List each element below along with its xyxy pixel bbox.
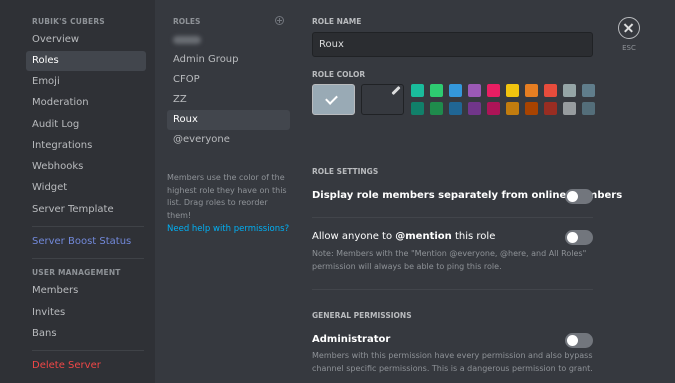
sidebar-item-bans[interactable]: Bans	[26, 324, 146, 344]
user-management-header: USER MANAGEMENT	[32, 268, 121, 277]
toggle-knob	[567, 335, 578, 346]
color-swatch[interactable]	[411, 102, 424, 115]
sidebar-item-integrations[interactable]: Integrations	[26, 136, 146, 156]
color-swatch[interactable]	[449, 84, 462, 97]
close-icon	[619, 18, 638, 37]
color-swatch[interactable]	[563, 84, 576, 97]
sidebar-item-audit-log[interactable]: Audit Log	[26, 115, 146, 135]
add-role-icon[interactable]	[275, 16, 284, 25]
sidebar-item-moderation[interactable]: Moderation	[26, 93, 146, 113]
color-swatch[interactable]	[544, 84, 557, 97]
mention-note: Note: Members with the "Mention @everyon…	[312, 249, 587, 271]
roles-panel: ROLES Admin Group CFOP ZZ Roux @everyone…	[155, 0, 295, 383]
toggle-knob	[567, 191, 578, 202]
role-editor: ROLE NAME ROLE COLOR ROLE SETTINGS Displ…	[295, 0, 675, 383]
allow-mention-bold: @mention	[395, 231, 452, 242]
sidebar-item-server-boost[interactable]: Server Boost Status	[26, 232, 146, 252]
custom-color-picker[interactable]	[361, 84, 404, 115]
sidebar-divider	[32, 258, 144, 259]
role-item-cfop[interactable]: CFOP	[167, 70, 290, 90]
allow-mention-toggle[interactable]	[565, 230, 593, 245]
default-color-swatch[interactable]	[312, 84, 355, 115]
permissions-help-link[interactable]: Need help with permissions?	[167, 224, 289, 234]
role-item-admin-group[interactable]: Admin Group	[167, 50, 290, 70]
sidebar-divider	[32, 350, 144, 351]
sidebar-item-widget[interactable]: Widget	[26, 178, 146, 198]
color-swatch[interactable]	[582, 102, 595, 115]
color-swatch[interactable]	[582, 84, 595, 97]
sidebar-item-emoji[interactable]: Emoji	[26, 72, 146, 92]
role-name-label: ROLE NAME	[312, 17, 362, 26]
sidebar-item-delete-server[interactable]: Delete Server	[26, 356, 146, 376]
display-separately-toggle[interactable]	[565, 189, 593, 204]
toggle-knob	[567, 232, 578, 243]
allow-mention-label: Allow anyone to @mention this role	[312, 231, 495, 242]
eyedropper-icon	[391, 85, 401, 96]
color-swatch[interactable]	[468, 102, 481, 115]
sidebar-item-invites[interactable]: Invites	[26, 303, 146, 323]
color-swatch[interactable]	[430, 102, 443, 115]
allow-mention-suffix: this role	[451, 231, 496, 242]
color-swatch[interactable]	[430, 84, 443, 97]
server-name-header: RUBIK'S CUBERS	[32, 17, 105, 26]
sidebar-item-server-template[interactable]: Server Template	[26, 200, 146, 220]
general-permissions-label: GENERAL PERMISSIONS	[312, 311, 412, 320]
check-icon	[325, 92, 338, 105]
roles-note: Members use the color of the highest rol…	[167, 173, 287, 220]
close-button[interactable]	[618, 17, 640, 39]
sidebar-divider	[32, 226, 144, 227]
redacted-role[interactable]	[173, 36, 201, 44]
color-swatch[interactable]	[487, 84, 500, 97]
color-swatch[interactable]	[506, 102, 519, 115]
sidebar-item-webhooks[interactable]: Webhooks	[26, 157, 146, 177]
color-swatch[interactable]	[525, 102, 538, 115]
sidebar-item-roles[interactable]: Roles	[26, 51, 146, 71]
color-swatch[interactable]	[468, 84, 481, 97]
role-item-everyone[interactable]: @everyone	[167, 130, 290, 150]
administrator-toggle[interactable]	[565, 333, 593, 348]
allow-mention-prefix: Allow anyone to	[312, 231, 396, 242]
esc-label: ESC	[622, 44, 636, 52]
role-item-zz[interactable]: ZZ	[167, 90, 290, 110]
color-swatch[interactable]	[506, 84, 519, 97]
role-item-roux[interactable]: Roux	[167, 110, 290, 130]
sidebar-item-members[interactable]: Members	[26, 281, 146, 301]
role-settings-label: ROLE SETTINGS	[312, 167, 379, 176]
administrator-label: Administrator	[312, 334, 391, 345]
sidebar-item-overview[interactable]: Overview	[26, 30, 146, 50]
color-swatch[interactable]	[544, 102, 557, 115]
administrator-note: Members with this permission have every …	[312, 351, 593, 373]
role-color-label: ROLE COLOR	[312, 70, 366, 79]
color-swatch[interactable]	[449, 102, 462, 115]
color-swatch[interactable]	[525, 84, 538, 97]
color-swatch[interactable]	[563, 102, 576, 115]
color-swatch[interactable]	[411, 84, 424, 97]
roles-header: ROLES	[173, 17, 201, 26]
section-divider	[312, 289, 593, 290]
color-swatch[interactable]	[487, 102, 500, 115]
section-divider	[312, 217, 593, 218]
settings-sidebar: RUBIK'S CUBERS Overview Roles Emoji Mode…	[0, 0, 155, 383]
role-name-input[interactable]	[312, 32, 593, 57]
